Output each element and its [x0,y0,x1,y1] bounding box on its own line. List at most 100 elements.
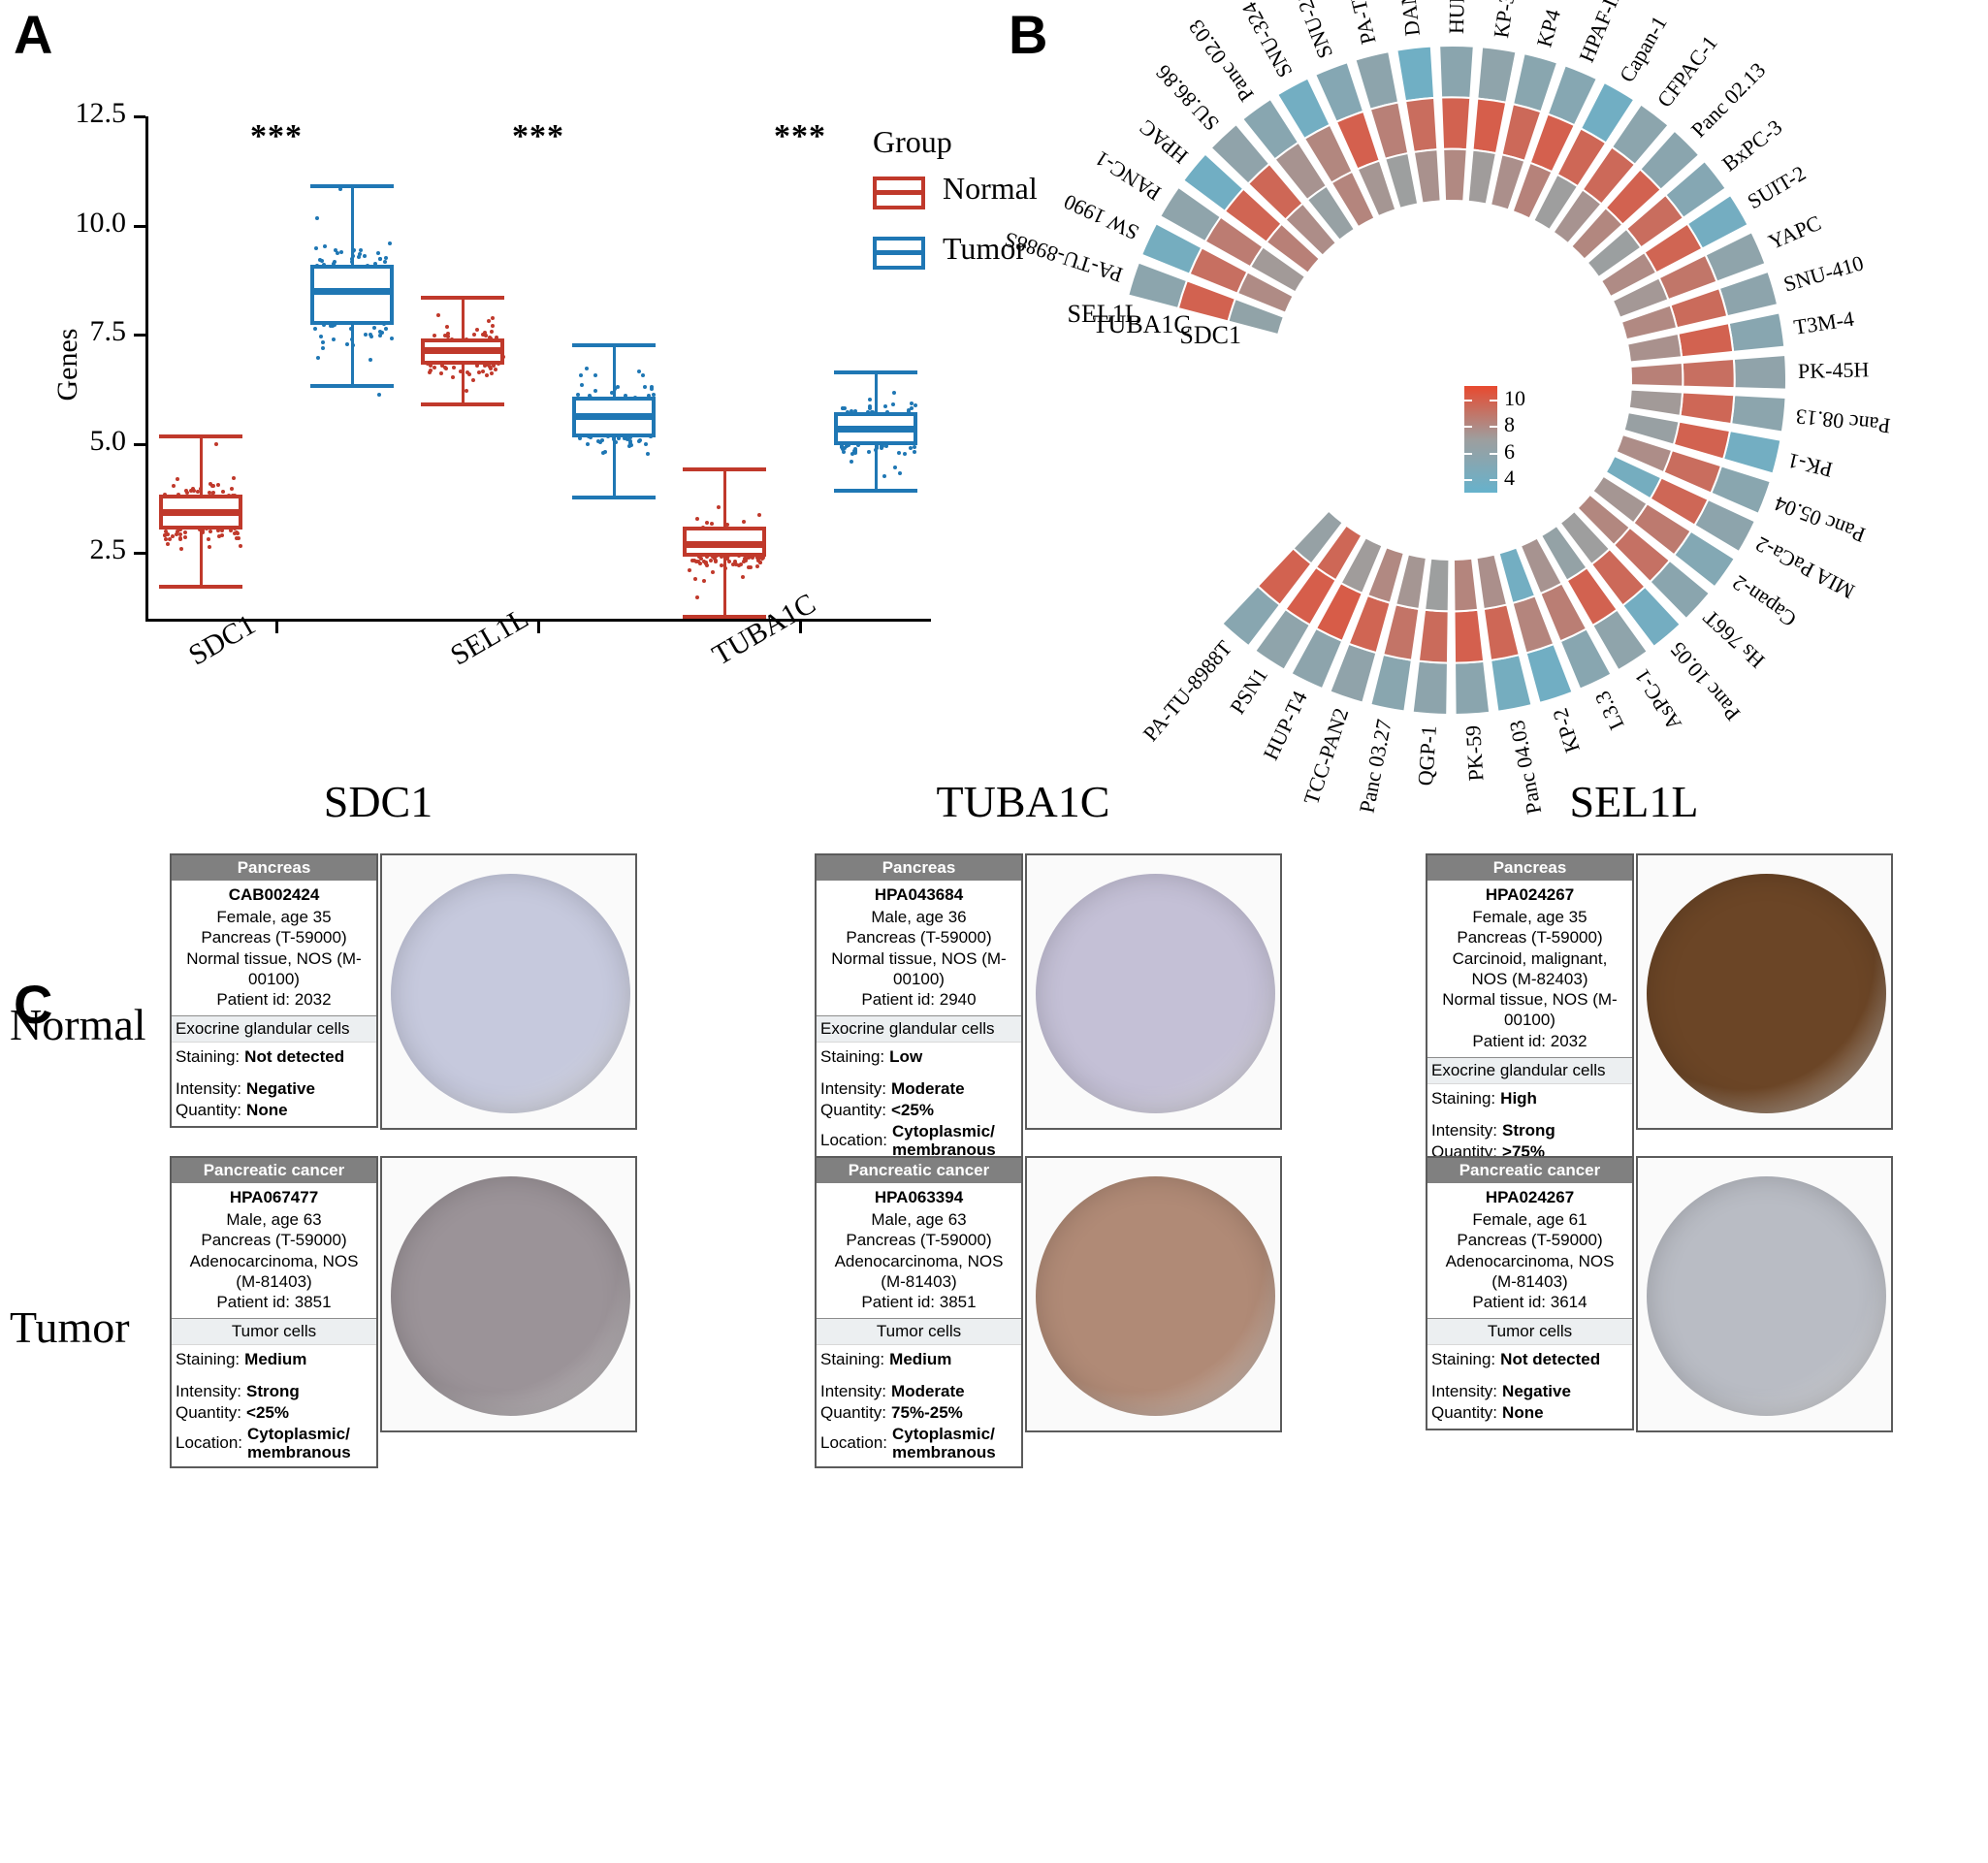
staining-label: Staining: [820,1047,885,1067]
data-point [599,437,604,442]
ihc-card: Pancreas CAB002424 Female, age 35 Pancreas … [170,853,378,1128]
row-spacer [176,1370,372,1381]
whisker-cap [683,467,766,472]
data-point [210,483,215,488]
data-point [850,459,854,464]
data-point [896,450,901,455]
row-label-tumor: Tumor [10,1302,130,1352]
cell-type-header: Exocrine glandular cells [1427,1057,1632,1084]
meta-line: Female, age 35 [216,908,332,926]
significance-marker: *** [774,118,826,154]
intensity-label: Intensity: [1431,1382,1498,1401]
colorbar-tick [1464,399,1472,402]
data-point [171,533,176,538]
location-label: Location: [176,1433,242,1453]
card-header: Pancreatic cancer [172,1158,376,1183]
staining-details: Staining: Medium Intensity: Strong Quantity:… [172,1345,376,1465]
whisker-cap [572,496,656,500]
heatmap-cell [1482,603,1521,662]
data-point [743,558,748,562]
data-point [475,328,480,333]
meta-line: Carcinoid, malignant, [1452,948,1608,968]
meta-line: (M-81403) [236,1271,312,1291]
heatmap-cell [1395,45,1436,103]
meta-line: Adenocarcinoma, NOS [189,1251,359,1270]
meta-line: Pancreas (T-59000) [201,1231,347,1250]
data-point [882,404,887,409]
y-tick-label: 12.5 [75,97,127,129]
intensity-row: Intensity: Moderate [820,1381,1017,1402]
colorbar-tick [1464,479,1472,482]
data-point [314,245,319,250]
gene-title-sel1l: SEL1L [1569,777,1699,826]
meta-line: Patient id: 2032 [1472,1031,1587,1050]
patient-meta: Female, age 35 Pancreas (T-59000) Normal t… [172,907,376,1015]
data-point [216,529,221,533]
data-point [362,254,367,259]
meta-line: Male, age 63 [226,1210,322,1229]
micrograph-image [1025,1156,1282,1432]
antibody-id: HPA063394 [874,1188,964,1206]
antibody-id: HPA067477 [229,1188,319,1206]
data-point [368,357,372,362]
box [310,265,394,326]
cell-type-header: Tumor cells [172,1319,376,1346]
panel-a-boxplot: 2.5 5.0 7.5 10.0 12.5 Genes *** SDC1 *** SEL1L ***… [0,0,1038,747]
data-point [182,530,187,534]
data-point [378,256,383,261]
data-point [725,522,730,527]
data-point [644,442,649,447]
data-point [701,560,706,564]
data-point [695,595,699,600]
legend-key-median [873,250,925,255]
data-point [652,392,657,397]
data-point [476,370,481,375]
data-point [690,558,695,562]
ihc-card: Pancreas HPA043684 Male, age 36 Pancreas (T… [815,853,1023,1166]
data-point [642,385,647,390]
data-point [759,556,764,561]
heatmap-cell [1452,557,1480,613]
data-point [741,520,746,524]
data-point [178,531,183,536]
row-spacer [176,1068,372,1078]
heatmap-cell [1490,653,1533,713]
quantity-value: <25% [246,1403,289,1423]
data-point [910,401,914,405]
intensity-row: Intensity: Moderate [820,1078,1017,1100]
heatmap-cell [1476,46,1518,104]
patient-meta: Male, age 36 Pancreas (T-59000) Normal tis… [817,907,1021,1015]
data-point [206,537,210,542]
data-point [163,537,168,542]
antibody-id: CAB002424 [228,885,320,904]
colorbar-tick-label: 8 [1504,412,1515,437]
y-axis-title: Genes [51,328,83,402]
data-point [357,255,362,260]
antibody-id: HPA043684 [874,885,964,904]
y-tick [134,224,145,228]
location-row: Location:Cytoplasmic/ membranous [176,1425,372,1462]
intensity-label: Intensity: [820,1079,887,1099]
data-point [452,366,457,370]
data-point [891,402,896,406]
data-point [489,371,494,376]
data-point [711,570,715,575]
data-point [375,251,380,256]
colorbar [1464,386,1497,493]
data-point [358,247,363,252]
legend-key-median [873,190,925,195]
data-point [839,444,844,449]
data-point [220,490,225,495]
data-point [472,333,477,337]
data-point [687,568,691,573]
data-point [741,575,746,580]
patient-meta: Male, age 63 Pancreas (T-59000) Adenocarci… [172,1209,376,1318]
quantity-row: Quantity: None [176,1100,372,1121]
micrograph-image [380,853,637,1130]
data-point [756,512,761,517]
data-point [238,543,242,548]
meta-line: Pancreas (T-59000) [201,928,347,948]
staining-value: Medium [889,1350,952,1369]
meta-line: (M-81403) [881,1271,957,1291]
data-point [914,403,918,408]
